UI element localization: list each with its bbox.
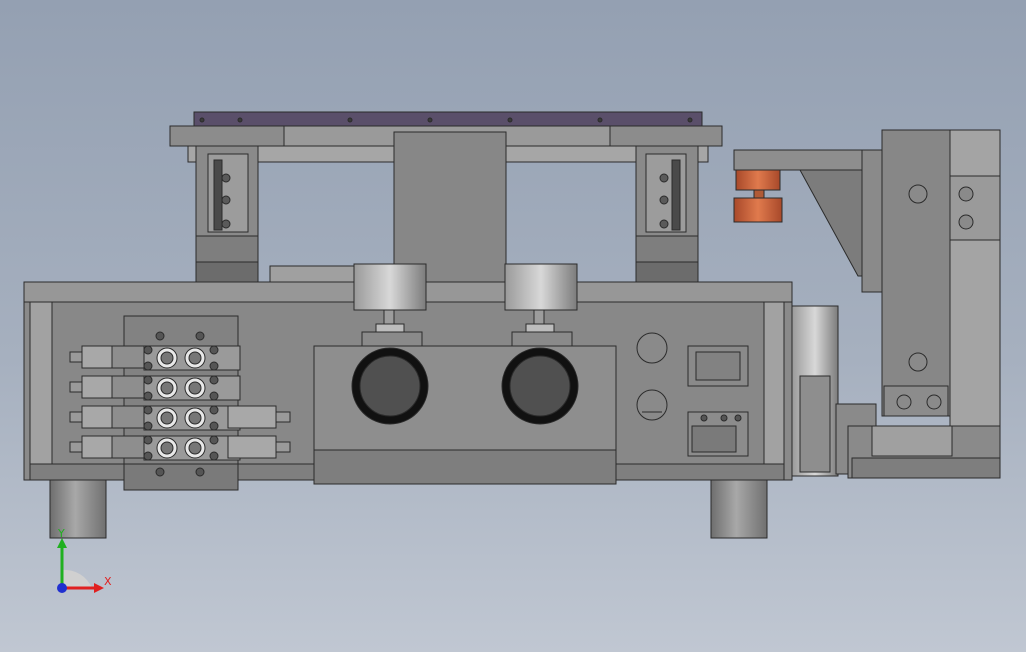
cad-viewport[interactable]: Y X [0, 0, 1026, 652]
triad-y-label: Y [57, 527, 65, 540]
bore-block [313, 345, 617, 485]
left-guide-post [195, 145, 259, 283]
through-hole-lower [636, 389, 668, 421]
left-gauge [353, 263, 427, 347]
center-column [393, 131, 507, 283]
valve-row-3 [69, 405, 291, 431]
right-guide-post [635, 145, 699, 283]
valve-manifold [123, 315, 239, 491]
triad-x-label: X [104, 575, 112, 588]
orange-pad-upper [735, 169, 781, 191]
valve-row-4 [69, 435, 291, 461]
through-hole-upper [636, 332, 668, 364]
orange-pad-lower [733, 197, 783, 223]
assembly-model [23, 111, 1001, 539]
right-leg [710, 479, 768, 539]
upper-clamp-arm [733, 149, 883, 293]
right-gauge [504, 263, 578, 347]
